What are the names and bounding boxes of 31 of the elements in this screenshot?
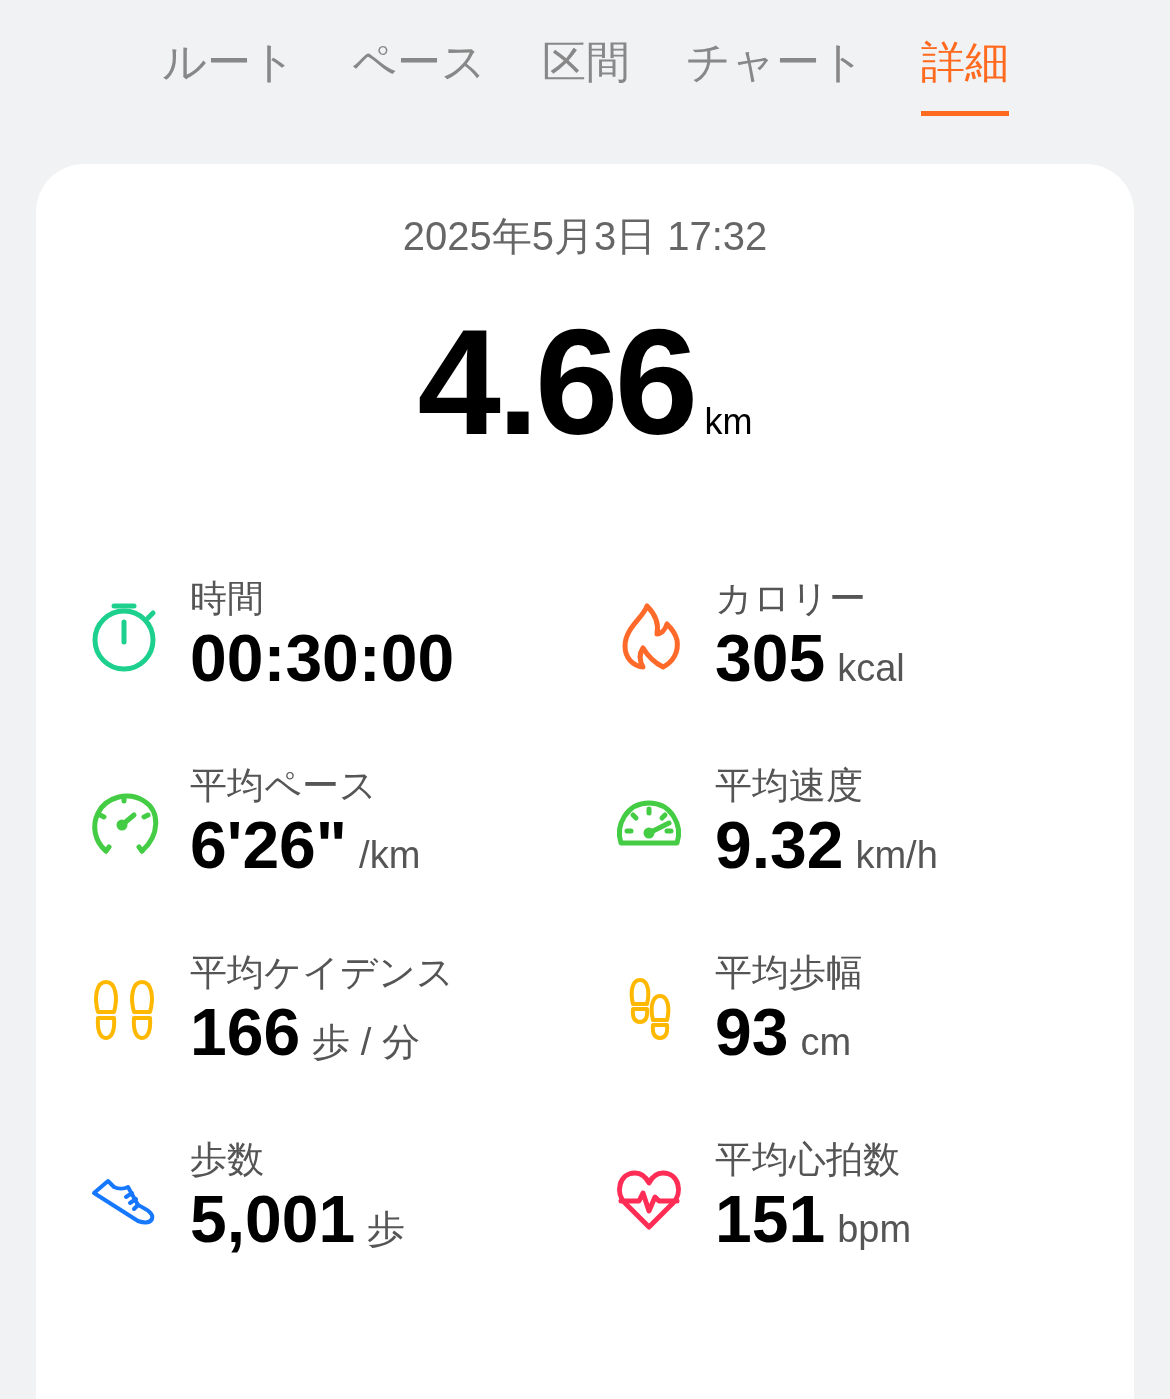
- tab[interactable]: 区間: [541, 40, 630, 116]
- stat-value: 9.32: [715, 812, 844, 878]
- stat-value: 00:30:00: [190, 625, 455, 691]
- tab[interactable]: ペース: [351, 40, 486, 116]
- stat-label: 平均速度: [715, 767, 864, 804]
- tab[interactable]: ルート: [161, 40, 296, 116]
- stat-label: 平均ペース: [190, 767, 378, 804]
- stat-label: 歩数: [190, 1141, 265, 1178]
- stat-value: 166: [190, 999, 301, 1065]
- stat-value: 6'26": [190, 812, 348, 878]
- stat-unit: 歩: [367, 1210, 406, 1248]
- stat-label: 平均心拍数: [715, 1141, 901, 1178]
- tab[interactable]: 詳細: [920, 40, 1009, 116]
- distance-unit: km: [704, 404, 753, 440]
- date-time: 2025年5月3日 17:32: [402, 216, 768, 256]
- stat-label: 平均ケイデンス: [190, 954, 454, 991]
- distance-value: 4.66: [417, 322, 695, 442]
- stat-value: 93: [715, 999, 789, 1065]
- stat-unit: kcal: [837, 649, 905, 687]
- stat-label: 平均歩幅: [715, 954, 863, 991]
- stat-value: 305: [715, 625, 826, 691]
- stat-value: 5,001: [190, 1186, 356, 1252]
- stat-label: 時間: [190, 580, 265, 617]
- stat-unit: km/h: [855, 836, 938, 874]
- tab[interactable]: チャート: [685, 40, 865, 116]
- stat-unit: cm: [800, 1023, 852, 1061]
- stat-unit: bpm: [837, 1210, 912, 1248]
- stat-unit: 歩 / 分: [312, 1023, 420, 1061]
- stat-unit: /km: [359, 836, 421, 874]
- stat-value: 151: [715, 1186, 826, 1252]
- stat-label: カロリー: [715, 580, 867, 617]
